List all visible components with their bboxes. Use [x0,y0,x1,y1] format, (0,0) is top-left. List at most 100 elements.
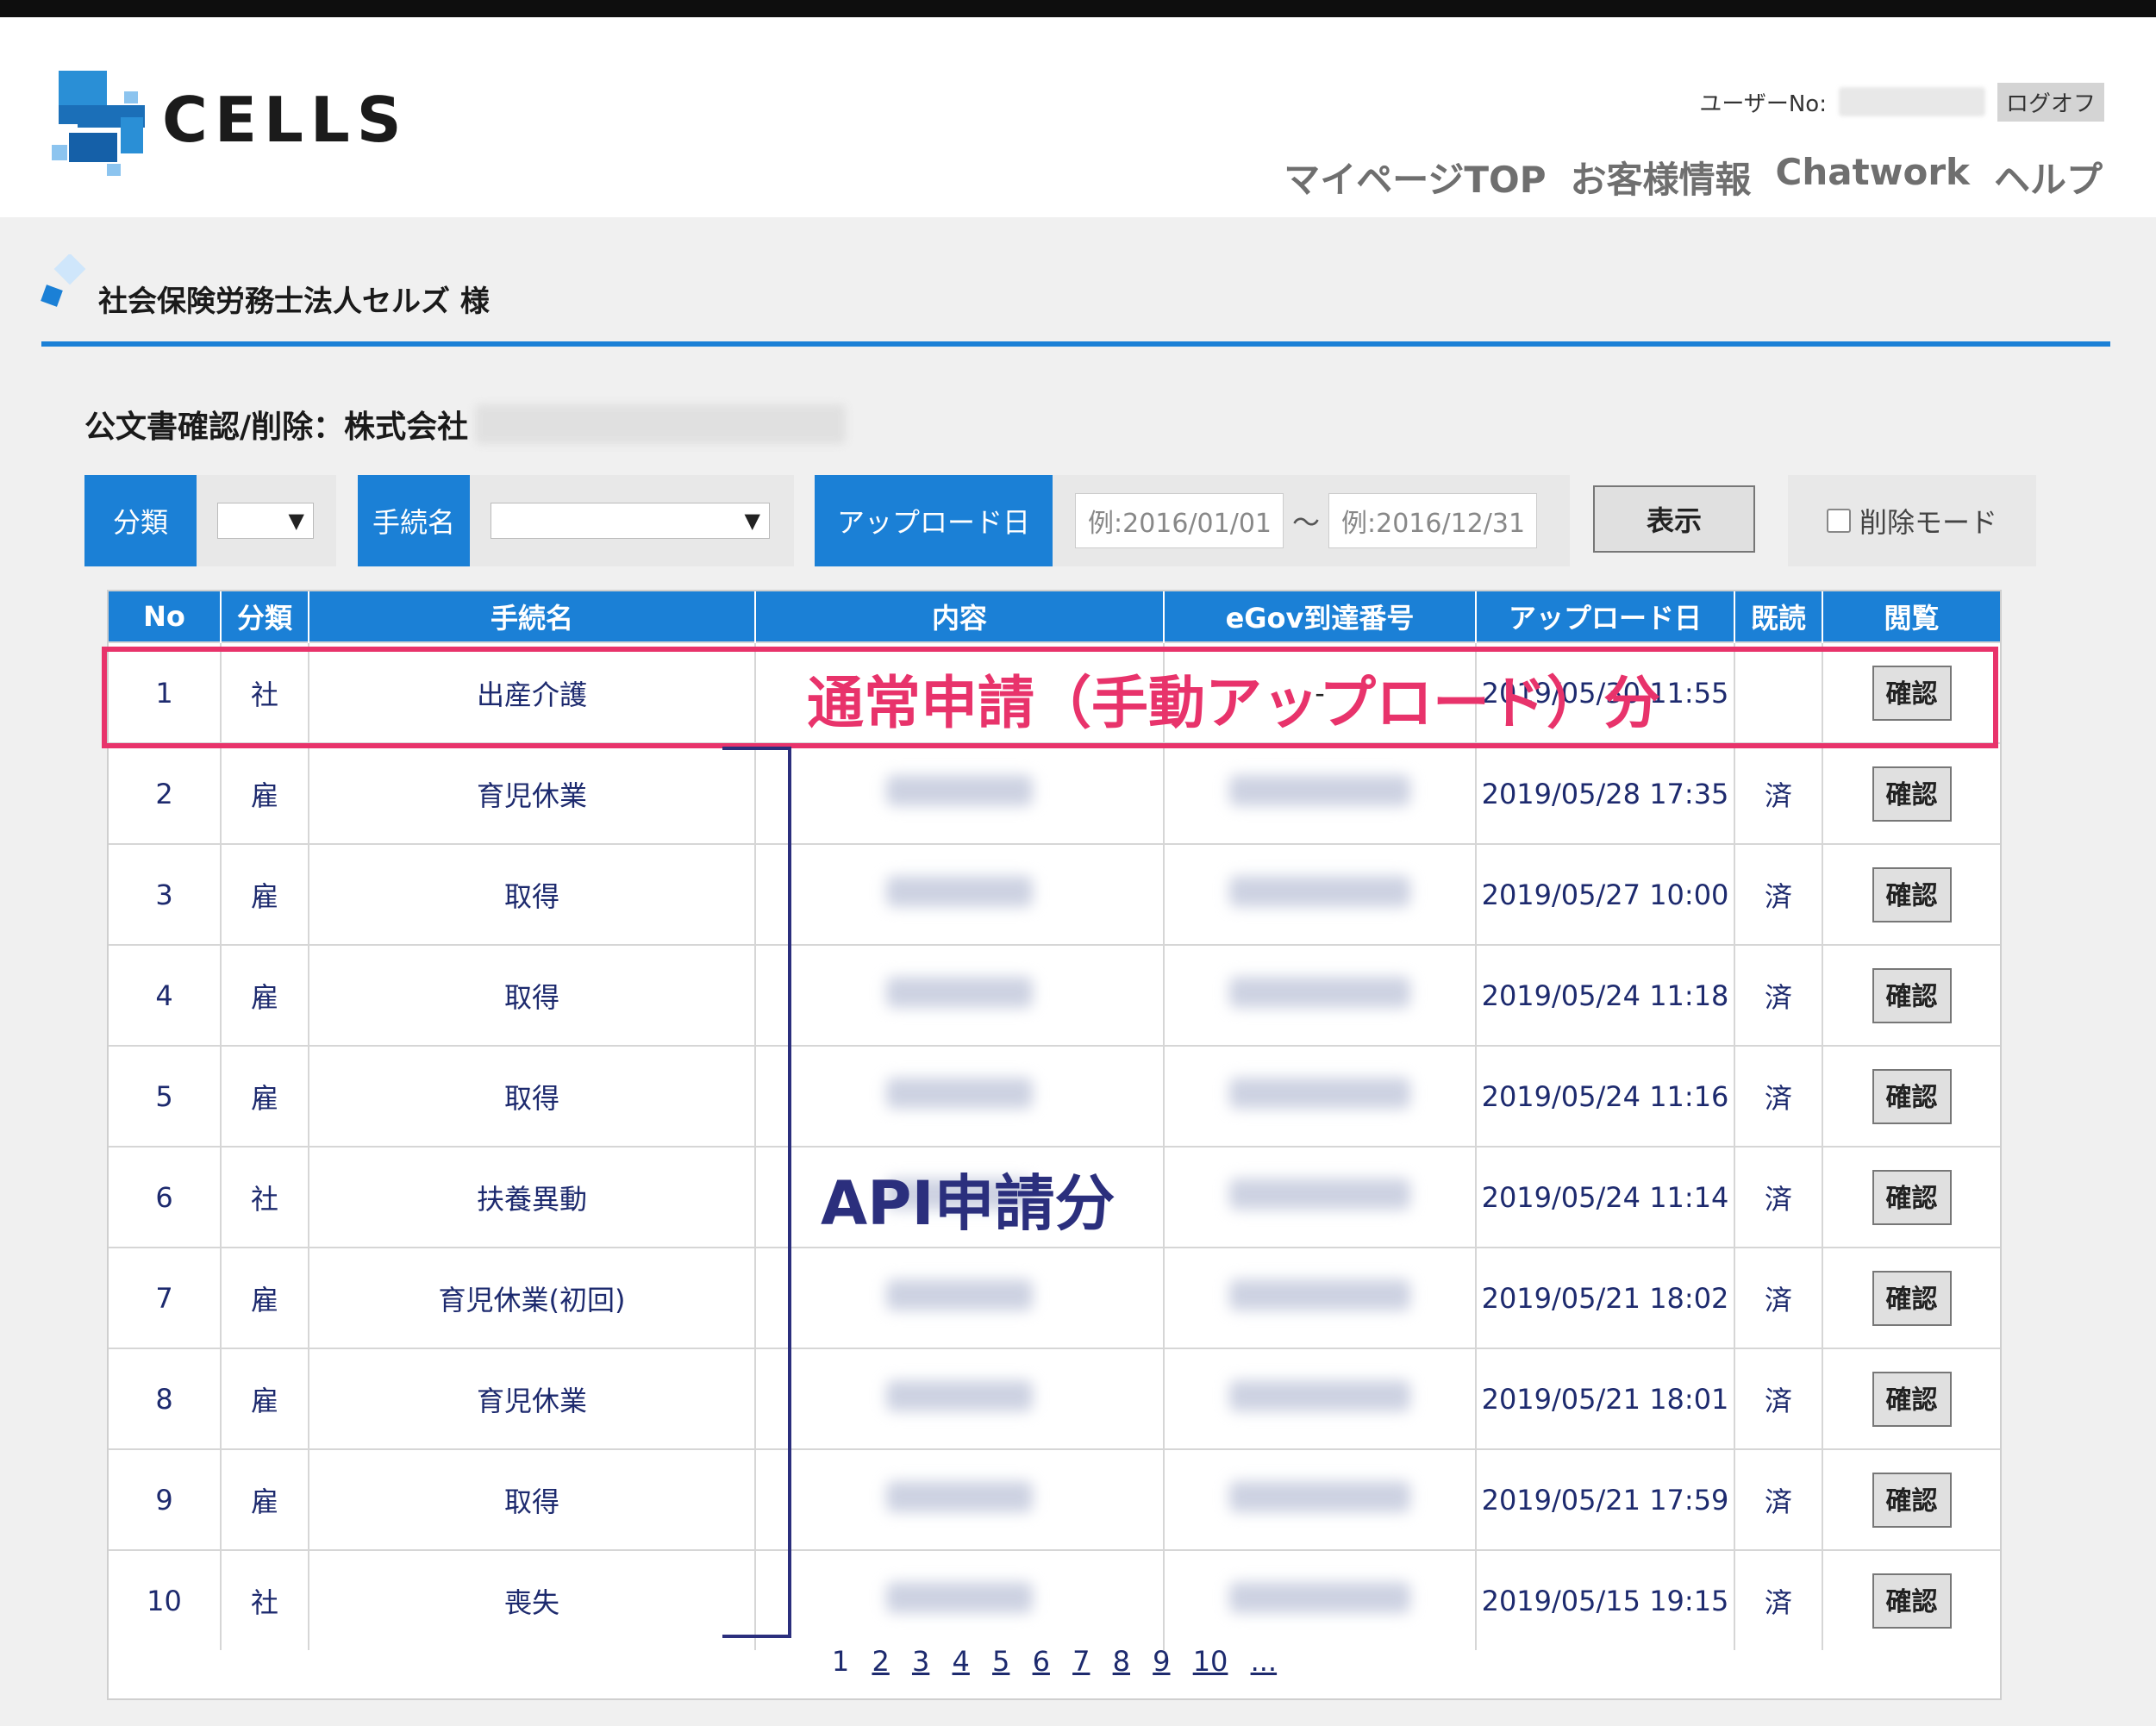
cell-no: 5 [109,1045,222,1147]
date-to-input[interactable]: 例:2016/12/31 [1328,493,1538,548]
redacted-value [1229,1279,1410,1310]
company-name-blurred [475,404,847,444]
col-view: 閲覧 [1822,591,2000,642]
upload-date-filter-label: アップロード日 [815,475,1053,566]
cell-content [755,843,1165,945]
page-link-10[interactable]: 10 [1193,1645,1228,1678]
cells-logo[interactable]: CELLS [52,66,414,178]
nav-mypage-top[interactable]: マイページTOP [1284,151,1546,203]
table-row: 10 社喪失 2019/05/15 19:15 済確認 [109,1549,2000,1650]
confirm-button[interactable]: 確認 [1872,1270,1952,1326]
cell-category: 雇 [221,1348,309,1449]
cell-category: 雇 [221,1247,309,1348]
cell-upload-date: 2019/05/21 18:01 [1476,1348,1735,1449]
redacted-value [886,875,1033,907]
user-number-label: ユーザーNo: [1699,91,1827,117]
page-link-9[interactable]: 9 [1153,1645,1170,1678]
cell-content [755,1045,1165,1147]
cell-category: 雇 [221,843,309,945]
delete-mode-label: 削除モード [1859,506,1997,539]
confirm-button[interactable]: 確認 [1872,766,1952,822]
cell-view: 確認 [1822,1348,2000,1449]
cell-procedure: 育児休業 [309,742,756,844]
page-link-4[interactable]: 4 [953,1645,970,1678]
table-row: 9 雇取得 2019/05/21 17:59 済確認 [109,1448,2000,1550]
page-link-2[interactable]: 2 [872,1645,889,1678]
page-link-3[interactable]: 3 [912,1645,929,1678]
cell-egov-number [1164,944,1477,1046]
page-link-8[interactable]: 8 [1113,1645,1130,1678]
api-bracket [722,747,791,1638]
cell-no: 4 [109,944,222,1046]
confirm-button[interactable]: 確認 [1872,866,1952,922]
nav-help[interactable]: ヘルプ [1994,151,2103,203]
page-link-more[interactable]: ... [1251,1645,1278,1678]
cell-upload-date: 2019/05/27 10:00 [1476,843,1735,945]
redacted-value [886,976,1033,1008]
confirm-button[interactable]: 確認 [1872,1169,1952,1225]
confirm-button[interactable]: 確認 [1872,1472,1952,1528]
page-link-5[interactable]: 5 [992,1645,1009,1678]
table-row: 4 雇取得 2019/05/24 11:18 済確認 [109,944,2000,1046]
confirm-button[interactable]: 確認 [1872,1573,1952,1629]
category-select[interactable]: ▼ [217,503,314,539]
redacted-value [886,1279,1033,1310]
cell-category: 雇 [221,1448,309,1550]
nav-chatwork[interactable]: Chatwork [1776,151,1970,203]
cell-view: 確認 [1822,1146,2000,1248]
redacted-value [886,1379,1033,1411]
redacted-value [1229,1581,1410,1613]
delete-mode-toggle[interactable]: 削除モード [1788,475,2036,566]
confirm-button[interactable]: 確認 [1872,967,1952,1023]
cell-no: 8 [109,1348,222,1449]
table-row: 8 雇育児休業 2019/05/21 18:01 済確認 [109,1348,2000,1449]
cell-no: 7 [109,1247,222,1348]
cell-procedure: 取得 [309,843,756,945]
confirm-button[interactable]: 確認 [1872,1068,1952,1124]
category-filter: 分類 ▼ [84,475,336,566]
cell-egov-number [1164,843,1477,945]
top-bar [0,0,2156,17]
cell-procedure: 喪失 [309,1549,756,1650]
redacted-value [1229,875,1410,907]
page-link-6[interactable]: 6 [1033,1645,1050,1678]
procedure-select[interactable]: ▼ [491,503,770,539]
col-read: 既読 [1734,591,1823,642]
cell-upload-date: 2019/05/24 11:14 [1476,1146,1735,1248]
logo-text: CELLS [162,84,409,156]
col-content: 内容 [755,591,1165,642]
col-upload-date: アップロード日 [1476,591,1735,642]
cell-category: 雇 [221,1045,309,1147]
cells-logo-mark-icon [52,71,145,176]
delete-mode-checkbox[interactable] [1826,509,1851,533]
cell-category: 雇 [221,944,309,1046]
cell-view: 確認 [1822,1448,2000,1550]
chevron-down-icon: ▼ [288,509,304,533]
cell-egov-number [1164,1448,1477,1550]
col-egov-number: eGov到達番号 [1164,591,1477,642]
cell-upload-date: 2019/05/15 19:15 [1476,1549,1735,1650]
cell-read: 済 [1734,1247,1823,1348]
show-button[interactable]: 表示 [1593,485,1755,553]
cell-read: 済 [1734,742,1823,844]
cell-view: 確認 [1822,843,2000,945]
cell-upload-date: 2019/05/24 11:18 [1476,944,1735,1046]
chevron-down-icon: ▼ [744,509,760,533]
nav-customer-info[interactable]: お客様情報 [1571,151,1752,203]
confirm-button[interactable]: 確認 [1872,1371,1952,1427]
logoff-button[interactable]: ログオフ [1997,82,2104,122]
procedure-filter-label: 手続名 [358,475,470,566]
cell-content [755,1549,1165,1650]
cell-procedure: 取得 [309,944,756,1046]
cell-upload-date: 2019/05/21 18:02 [1476,1247,1735,1348]
table-header-row: No 分類 手続名 内容 eGov到達番号 アップロード日 既読 閲覧 [109,591,2000,642]
cell-no: 9 [109,1448,222,1550]
cell-procedure: 育児休業(初回) [309,1247,756,1348]
cell-content [755,944,1165,1046]
date-from-input[interactable]: 例:2016/01/01 [1075,493,1284,548]
cell-egov-number [1164,1247,1477,1348]
user-number-blurred [1838,87,1985,116]
table-row: 3 雇取得 2019/05/27 10:00 済確認 [109,843,2000,945]
redacted-value [886,1480,1033,1512]
page-link-7[interactable]: 7 [1072,1645,1090,1678]
